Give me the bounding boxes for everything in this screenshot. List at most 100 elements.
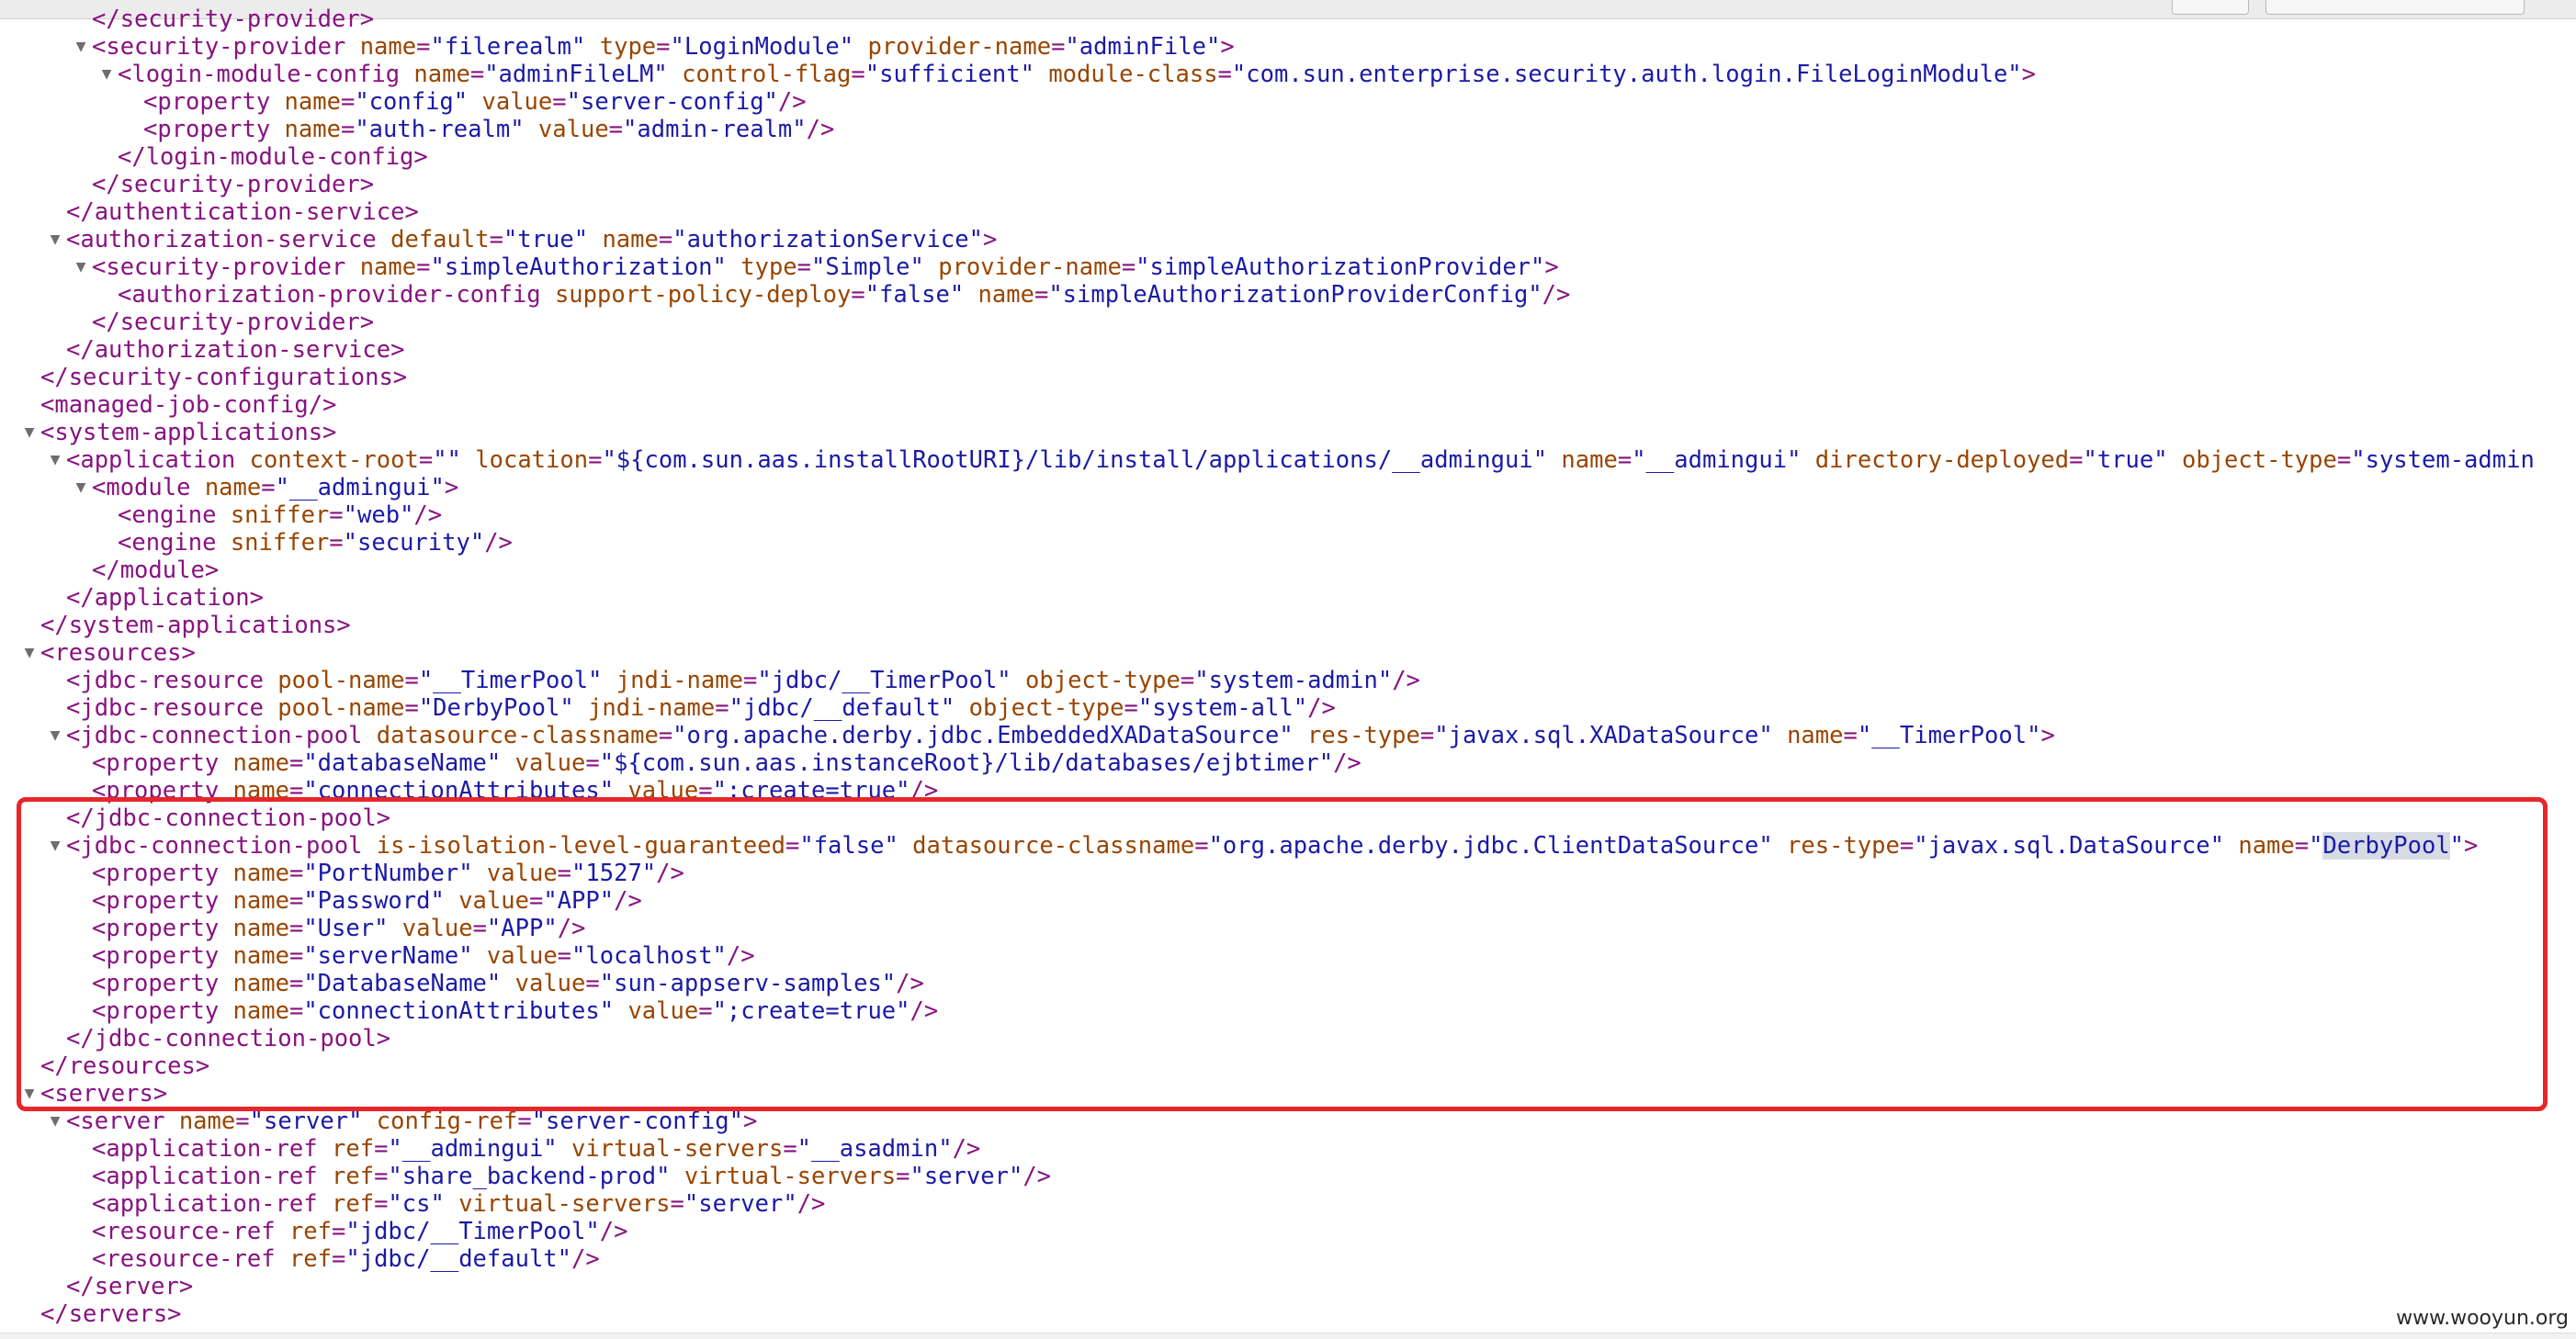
xml-attribute-name: name xyxy=(204,474,262,501)
xml-tag-text: <server xyxy=(66,1108,165,1135)
disclosure-triangle-icon[interactable]: ▼ xyxy=(73,474,88,501)
xml-equals-sign: = xyxy=(1617,446,1633,474)
xml-attribute-name: type xyxy=(599,33,657,61)
xml-tag-text: /> xyxy=(777,88,807,116)
xml-tag-text: /> xyxy=(599,1218,628,1245)
xml-attribute-name: name xyxy=(232,887,289,915)
xml-line-content: </authentication-service> xyxy=(66,198,419,226)
xml-line: <engine sniffer="security"/> xyxy=(0,529,2576,557)
xml-equals-sign: = xyxy=(1217,61,1232,88)
xml-attribute-name: name xyxy=(232,997,289,1025)
xml-attribute-value: "javax.sql.XADataSource" xyxy=(1434,722,1773,749)
xml-equals-sign: = xyxy=(896,1163,910,1190)
xml-line-content: <security-provider name="simpleAuthoriza… xyxy=(92,253,1559,281)
xml-line-content: <resource-ref ref="jdbc/__TimerPool"/> xyxy=(92,1218,627,1245)
xml-tree-view: </security-provider> ▼ <security-provider … xyxy=(0,6,2576,1328)
xml-equals-sign: = xyxy=(656,33,671,61)
xml-equals-sign: = xyxy=(288,915,304,942)
xml-equals-sign: = xyxy=(340,88,356,116)
xml-line-content: </security-configurations> xyxy=(40,364,407,391)
xml-line: <application-ref ref="cs" virtual-server… xyxy=(0,1190,2576,1218)
disclosure-triangle-icon[interactable]: ▼ xyxy=(73,253,88,281)
xml-equals-sign: = xyxy=(2336,446,2352,474)
xml-line-content: <resources> xyxy=(40,639,196,667)
xml-line-content: </server> xyxy=(66,1273,193,1300)
disclosure-triangle-icon[interactable]: ▼ xyxy=(22,419,37,446)
xml-attribute-value: "javax.sql.DataSource" xyxy=(1914,832,2224,860)
xml-tag-text: <jdbc-resource xyxy=(66,667,264,694)
xml-attribute-name: datasource-classname xyxy=(912,832,1195,860)
xml-attribute-name: value xyxy=(401,915,473,942)
xml-equals-sign: = xyxy=(416,253,431,281)
xml-equals-sign: = xyxy=(469,61,485,88)
xml-line-content: <property name="serverName" value="local… xyxy=(92,942,755,970)
disclosure-triangle-icon[interactable]: ▼ xyxy=(99,61,114,88)
xml-attribute-value: "system-admin xyxy=(2351,446,2535,474)
xml-tag-text: <system-applications> xyxy=(40,419,337,446)
disclosure-triangle-icon[interactable]: ▼ xyxy=(48,226,62,253)
xml-equals-sign: = xyxy=(235,1108,250,1135)
xml-attribute-name: res-type xyxy=(1787,832,1900,860)
xml-equals-sign: = xyxy=(585,749,600,777)
xml-attribute-value: "adminFileLM" xyxy=(484,61,668,88)
disclosure-triangle-icon[interactable]: ▼ xyxy=(48,1108,62,1135)
xml-attribute-value: "org.apache.derby.jdbc.EmbeddedXADataSou… xyxy=(672,722,1294,749)
xml-tag-text: </module> xyxy=(92,557,220,584)
xml-tag-text: /> xyxy=(1542,281,1571,309)
xml-attribute-name: name xyxy=(232,915,289,942)
xml-attribute-value: "admin-realm" xyxy=(623,116,807,143)
disclosure-triangle-icon[interactable]: ▼ xyxy=(22,1080,37,1108)
xml-tag-text: <jdbc-resource xyxy=(66,694,264,722)
xml-equals-sign: = xyxy=(332,1218,346,1245)
xml-tag-text: </jdbc-connection-pool> xyxy=(66,805,391,832)
xml-equals-sign: = xyxy=(374,1163,389,1190)
xml-attribute-value: "connectionAttributes" xyxy=(303,777,615,805)
xml-attribute-name: value xyxy=(486,942,558,970)
xml-attribute-name: is-isolation-level-guaranteed xyxy=(376,832,785,860)
xml-attribute-name: provider-name xyxy=(867,33,1052,61)
xml-equals-sign: = xyxy=(2069,446,2084,474)
xml-line: ▼ <resources> xyxy=(0,639,2576,667)
xml-tag-text: <property xyxy=(143,88,271,116)
xml-equals-sign: = xyxy=(1419,722,1435,749)
xml-tag-text: </application> xyxy=(66,584,264,612)
disclosure-triangle-icon[interactable]: ▼ xyxy=(48,832,62,860)
xml-line: <jdbc-resource pool-name="DerbyPool" jnd… xyxy=(0,694,2576,722)
xml-tag-text: > xyxy=(982,226,998,253)
xml-attribute-value: " xyxy=(2449,832,2465,860)
xml-tag-text: /> xyxy=(571,1245,600,1273)
xml-tag-text: <application-ref xyxy=(92,1163,318,1190)
xml-tag-text: <property xyxy=(143,116,271,143)
xml-tag-text: <application xyxy=(66,446,236,474)
xml-equals-sign: = xyxy=(1899,832,1915,860)
xml-attribute-value: "security" xyxy=(343,529,485,557)
xml-tag-text: <jdbc-connection-pool xyxy=(66,722,363,749)
xml-attribute-value: "sufficient" xyxy=(864,61,1034,88)
disclosure-triangle-icon[interactable]: ▼ xyxy=(73,33,88,61)
xml-line: </login-module-config> xyxy=(0,143,2576,171)
xml-attribute-value: "User" xyxy=(303,915,389,942)
horizontal-scrollbar[interactable] xyxy=(0,1333,2576,1339)
highlighted-selection[interactable]: DerbyPool xyxy=(2322,832,2450,860)
xml-line-content: <property name="connectionAttributes" va… xyxy=(92,777,938,805)
xml-attribute-value: "server" xyxy=(249,1108,363,1135)
xml-equals-sign: = xyxy=(517,1108,532,1135)
xml-tag-text: <property xyxy=(92,749,220,777)
xml-equals-sign: = xyxy=(851,61,865,88)
xml-line-content: <application-ref ref="share_backend-prod… xyxy=(92,1163,1051,1190)
xml-line-content: </application> xyxy=(66,584,264,612)
xml-attribute-value: ";create=true" xyxy=(712,777,910,805)
xml-tag-text: /> xyxy=(952,1135,981,1163)
xml-equals-sign: = xyxy=(1843,722,1858,749)
xml-equals-sign: = xyxy=(528,887,544,915)
xml-line: <resource-ref ref="jdbc/__TimerPool"/> xyxy=(0,1218,2576,1245)
xml-attribute-name: directory-deployed xyxy=(1814,446,2070,474)
xml-attribute-value: "APP" xyxy=(486,915,558,942)
xml-attribute-value: "PortNumber" xyxy=(303,860,473,887)
xml-attribute-value: "system-admin" xyxy=(1194,667,1393,694)
xml-tag-text: </security-provider> xyxy=(92,171,375,198)
disclosure-triangle-icon[interactable]: ▼ xyxy=(48,722,62,749)
disclosure-triangle-icon[interactable]: ▼ xyxy=(22,639,37,667)
disclosure-triangle-icon[interactable]: ▼ xyxy=(48,446,62,474)
xml-line-content: <jdbc-connection-pool datasource-classna… xyxy=(66,722,2055,749)
